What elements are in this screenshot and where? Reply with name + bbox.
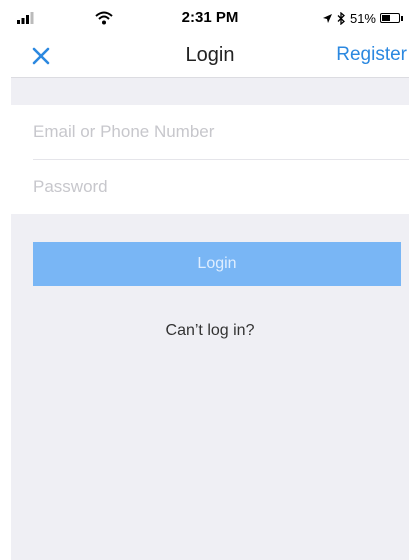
cant-login-link[interactable]: Can’t log in? bbox=[11, 322, 409, 340]
nav-bar: Login Register bbox=[11, 34, 409, 78]
password-field[interactable] bbox=[33, 160, 409, 214]
battery-icon bbox=[380, 13, 400, 23]
status-right-cluster: 51% bbox=[322, 10, 403, 26]
status-bar: 2:31 PM 51% bbox=[11, 0, 409, 34]
login-form bbox=[11, 105, 409, 214]
register-link[interactable]: Register bbox=[336, 44, 407, 66]
battery-percent: 51% bbox=[349, 10, 376, 26]
login-button[interactable]: Login bbox=[33, 242, 401, 286]
bluetooth-icon bbox=[337, 11, 345, 25]
email-field[interactable] bbox=[33, 105, 409, 159]
battery-cap bbox=[401, 15, 403, 21]
login-screen: 2:31 PM 51% Login Register Login bbox=[11, 0, 409, 560]
location-icon bbox=[322, 13, 332, 23]
battery-fill bbox=[382, 15, 390, 21]
